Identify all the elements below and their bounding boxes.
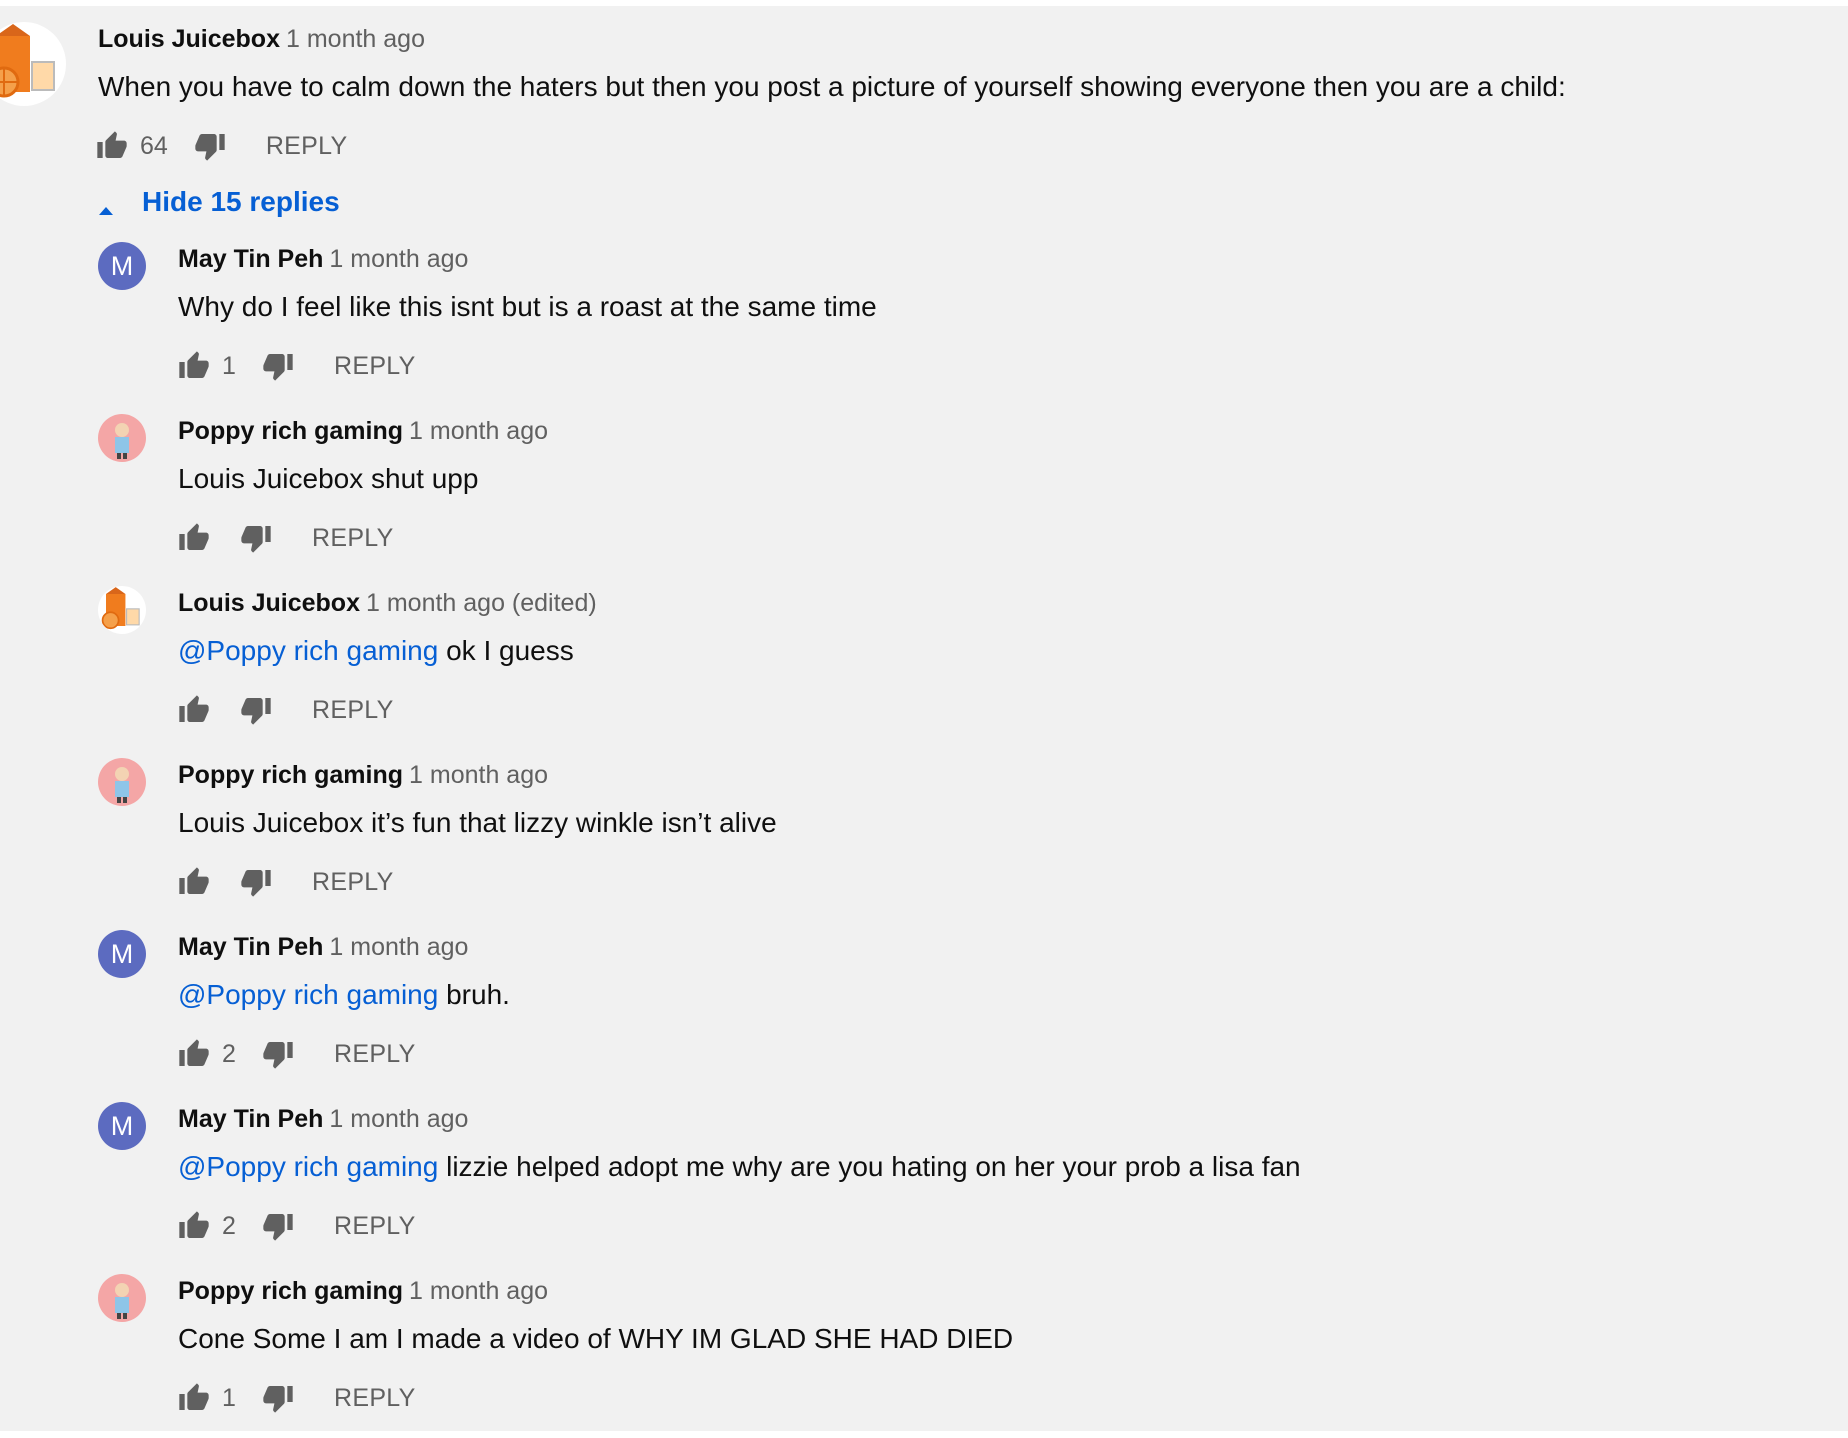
comment-author[interactable]: May Tin Peh [178, 933, 323, 961]
comment-timestamp[interactable]: 1 month ago [409, 1277, 548, 1305]
avatar[interactable]: M [98, 930, 146, 978]
mention-link[interactable]: @Poppy rich gaming [178, 635, 438, 666]
thumbs-up-icon[interactable] [178, 522, 210, 554]
comment-actions: REPLY [178, 864, 394, 900]
comment-text: @Poppy rich gaming lizzie helped adopt m… [178, 1150, 1301, 1184]
comment-body: Why do I feel like this isnt but is a ro… [178, 291, 877, 322]
comment-text: Why do I feel like this isnt but is a ro… [178, 290, 877, 324]
comment-timestamp[interactable]: 1 month ago [329, 1105, 468, 1133]
comment-text: Louis Juicebox shut upp [178, 462, 478, 496]
reply-button[interactable]: REPLY [312, 868, 394, 897]
thumbs-down-icon[interactable] [194, 130, 226, 162]
comment-timestamp[interactable]: 1 month ago [409, 417, 548, 445]
comment-author[interactable]: May Tin Peh [178, 1105, 323, 1133]
poppy-avatar[interactable] [98, 758, 146, 806]
comment-author[interactable]: Louis Juicebox [98, 25, 280, 53]
comment-actions: 1 REPLY [178, 348, 416, 384]
hide-replies-button[interactable]: Hide 15 replies [98, 186, 340, 218]
reply-button[interactable]: REPLY [266, 132, 348, 161]
thumbs-down-icon[interactable] [262, 1038, 294, 1070]
comment-author[interactable]: Poppy rich gaming [178, 417, 403, 445]
comment-body: bruh. [438, 979, 510, 1010]
avatar[interactable]: M [98, 242, 146, 290]
like-count: 1 [222, 1383, 236, 1412]
comment-timestamp[interactable]: 1 month ago [329, 245, 468, 273]
comment-text: Louis Juicebox it’s fun that lizzy winkl… [178, 806, 777, 840]
reply-comment: Louis Juicebox 1 month ago (edited) @Popp… [0, 564, 1848, 734]
thumbs-up-icon[interactable] [96, 130, 128, 162]
thumbs-up-icon[interactable] [178, 694, 210, 726]
thumbs-down-icon[interactable] [262, 1382, 294, 1414]
reply-comment: Poppy rich gaming 1 month ago Cone Some I… [0, 1252, 1848, 1430]
poppy-avatar[interactable] [98, 1274, 146, 1322]
thumbs-up-icon[interactable] [178, 866, 210, 898]
like-count: 2 [222, 1039, 236, 1068]
juicebox-avatar[interactable] [98, 586, 146, 634]
comment-body: Cone Some I am I made a video of WHY IM … [178, 1323, 1014, 1354]
comment-text: @Poppy rich gaming bruh. [178, 978, 510, 1012]
reply-comment: Poppy rich gaming 1 month ago Louis Juice… [0, 392, 1848, 562]
reply-button[interactable]: REPLY [334, 352, 416, 381]
thumbs-down-icon[interactable] [240, 694, 272, 726]
comment-text: When you have to calm down the haters bu… [98, 71, 1566, 102]
poppy-avatar[interactable] [98, 414, 146, 462]
comment-actions: 1 REPLY [178, 1380, 416, 1416]
comment-actions: 2 REPLY [178, 1208, 416, 1244]
thumbs-up-icon[interactable] [178, 1382, 210, 1414]
comment-timestamp[interactable]: 1 month ago (edited) [366, 589, 597, 617]
thumbs-down-icon[interactable] [262, 350, 294, 382]
comment-actions: REPLY [178, 692, 394, 728]
comment-actions: 64 REPLY [96, 128, 347, 164]
reply-button[interactable]: REPLY [334, 1384, 416, 1413]
reply-comment: M May Tin Peh 1 month ago Why do I feel l… [0, 220, 1848, 390]
comment-actions: REPLY [178, 520, 394, 556]
thumbs-down-icon[interactable] [240, 522, 272, 554]
comment-timestamp[interactable]: 1 month ago [286, 25, 425, 53]
comment-timestamp[interactable]: 1 month ago [329, 933, 468, 961]
comment-author[interactable]: Louis Juicebox [178, 589, 360, 617]
thumbs-up-icon[interactable] [178, 350, 210, 382]
thumbs-up-icon[interactable] [178, 1038, 210, 1070]
reply-button[interactable]: REPLY [334, 1212, 416, 1241]
avatar[interactable]: M [98, 1102, 146, 1150]
comment-author[interactable]: Poppy rich gaming [178, 1277, 403, 1305]
thumbs-up-icon[interactable] [178, 1210, 210, 1242]
reply-comment: M May Tin Peh 1 month ago @Poppy rich gam… [0, 1080, 1848, 1250]
like-count: 1 [222, 351, 236, 380]
thumbs-down-icon[interactable] [240, 866, 272, 898]
reply-comment: Poppy rich gaming 1 month ago Louis Juice… [0, 736, 1848, 906]
mention-link[interactable]: @Poppy rich gaming [178, 979, 438, 1010]
caret-up-icon [98, 194, 114, 215]
mention-link[interactable]: @Poppy rich gaming [178, 1151, 438, 1182]
comment-text: @Poppy rich gaming ok I guess [178, 634, 574, 668]
juicebox-avatar[interactable] [0, 22, 66, 106]
reply-comment: M May Tin Peh 1 month ago @Poppy rich gam… [0, 908, 1848, 1078]
comment-author[interactable]: May Tin Peh [178, 245, 323, 273]
comment-text: Cone Some I am I made a video of WHY IM … [178, 1322, 1013, 1356]
bottom-divider [0, 1431, 1848, 1438]
comment-body: ok I guess [438, 635, 574, 666]
thumbs-down-icon[interactable] [262, 1210, 294, 1242]
like-count: 2 [222, 1211, 236, 1240]
like-count: 64 [140, 131, 168, 160]
reply-button[interactable]: REPLY [312, 696, 394, 725]
reply-button[interactable]: REPLY [312, 524, 394, 553]
comment-actions: 2 REPLY [178, 1036, 416, 1072]
reply-button[interactable]: REPLY [334, 1040, 416, 1069]
comment-body: Louis Juicebox it’s fun that lizzy winkl… [178, 807, 777, 838]
comment-timestamp[interactable]: 1 month ago [409, 761, 548, 789]
comment-body: Louis Juicebox shut upp [178, 463, 479, 494]
comment-author[interactable]: Poppy rich gaming [178, 761, 403, 789]
comment-body: lizzie helped adopt me why are you hatin… [438, 1151, 1301, 1182]
top-comment: Louis Juicebox 1 month ago When you have … [0, 0, 1848, 161]
hide-replies-label: Hide 15 replies [142, 186, 340, 217]
